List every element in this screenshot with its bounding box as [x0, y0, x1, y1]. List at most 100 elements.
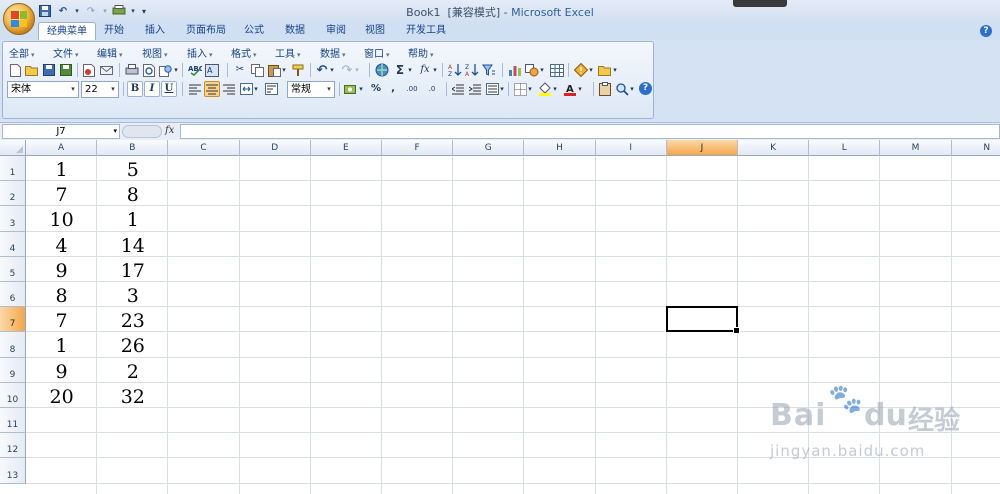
chevron-down-icon[interactable]: ▾	[113, 125, 117, 138]
column-header-e[interactable]: E	[310, 140, 382, 156]
row-header-12[interactable]: 12	[0, 433, 26, 459]
menu-all[interactable]: 全部 ▾	[9, 45, 35, 60]
align-left-icon[interactable]	[187, 81, 203, 97]
font-size-combo[interactable]: 22 ▾	[81, 81, 119, 98]
window-control-strip[interactable]	[733, 0, 787, 7]
cell-b6[interactable]: 3	[97, 282, 168, 307]
chevron-down-icon[interactable]: ▾	[431, 62, 439, 78]
tab-developer[interactable]: 开发工具	[398, 22, 454, 40]
chevron-down-icon[interactable]: ▾	[576, 81, 584, 97]
chevron-down-icon[interactable]: ▾	[406, 62, 414, 78]
cell-b1[interactable]: 5	[97, 156, 168, 181]
chevron-down-icon[interactable]: ▾	[328, 62, 336, 78]
row-header-4[interactable]: 4	[0, 231, 26, 257]
column-header-b[interactable]: B	[97, 140, 169, 156]
cell-a9[interactable]: 9	[26, 358, 97, 383]
underline-button[interactable]: U	[161, 81, 177, 97]
chevron-down-icon[interactable]: ▾	[357, 81, 365, 97]
chevron-down-icon[interactable]: ▾	[252, 81, 260, 97]
column-header-n[interactable]: N	[951, 140, 1000, 156]
row-header-7[interactable]: 7	[0, 307, 26, 333]
cell-b2[interactable]: 8	[97, 181, 168, 206]
tab-view[interactable]: 视图	[357, 22, 393, 40]
cell-a10[interactable]: 20	[26, 383, 97, 408]
hyperlink-icon[interactable]	[374, 62, 390, 78]
tab-formulas[interactable]: 公式	[236, 22, 272, 40]
percent-button[interactable]: %	[368, 81, 384, 97]
worksheet-grid[interactable]: A B C D E F G H I J K L M N 1 2 3 4 5 6 7 8 9 10 11 12 13 1 7 10 4 9 8 7 1…	[0, 140, 1000, 494]
spelling-icon[interactable]: ABC	[187, 62, 203, 78]
cell-a8[interactable]: 1	[26, 332, 97, 357]
menu-view[interactable]: 视图 ▾	[142, 45, 168, 60]
row-header-6[interactable]: 6	[0, 282, 26, 308]
decrease-indent-icon[interactable]	[450, 81, 466, 97]
chevron-down-icon[interactable]: ▾	[611, 62, 619, 78]
menu-insert[interactable]: 插入 ▾	[187, 45, 213, 60]
column-header-l[interactable]: L	[809, 140, 881, 156]
comma-button[interactable]: ,	[385, 81, 401, 97]
row-header-10[interactable]: 10	[0, 382, 26, 408]
column-header-a[interactable]: A	[26, 140, 98, 156]
help-icon[interactable]: ?	[980, 25, 992, 37]
column-header-d[interactable]: D	[239, 140, 311, 156]
chevron-down-icon[interactable]: ▾	[628, 81, 636, 97]
sort-descending-icon[interactable]: ZA	[464, 62, 480, 78]
chevron-down-icon[interactable]: ▾	[324, 82, 334, 97]
cell-a1[interactable]: 1	[26, 156, 97, 181]
menu-tools[interactable]: 工具 ▾	[275, 45, 301, 60]
permission-icon[interactable]	[81, 62, 97, 78]
column-header-k[interactable]: K	[738, 140, 810, 156]
filter-icon[interactable]	[481, 62, 497, 78]
bold-button[interactable]: B	[127, 81, 143, 97]
cut-icon[interactable]: ✂	[232, 62, 248, 78]
select-all-button[interactable]	[0, 140, 26, 156]
cell-b7[interactable]: 23	[97, 307, 168, 332]
chevron-down-icon[interactable]: ▾	[538, 62, 546, 78]
align-right-icon[interactable]	[221, 81, 237, 97]
chevron-down-icon[interactable]: ▾	[498, 81, 506, 97]
chevron-down-icon[interactable]: ▾	[587, 62, 595, 78]
row-header-13[interactable]: 13	[0, 458, 26, 484]
column-header-f[interactable]: F	[382, 140, 454, 156]
cell-b10[interactable]: 32	[97, 383, 168, 408]
cell-a6[interactable]: 8	[26, 282, 97, 307]
row-header-9[interactable]: 9	[0, 357, 26, 383]
tab-classic-menu[interactable]: 经典菜单	[38, 22, 96, 40]
insert-function-icon[interactable]: fx	[165, 125, 174, 136]
copy-icon[interactable]	[249, 62, 265, 78]
chart-icon[interactable]	[507, 62, 523, 78]
cell-b4[interactable]: 14	[97, 232, 168, 257]
table-icon[interactable]	[549, 62, 565, 78]
save-icon[interactable]	[41, 62, 57, 78]
active-cell-selection[interactable]	[665, 306, 741, 335]
chevron-down-icon[interactable]: ▾	[68, 82, 78, 97]
number-format-combo[interactable]: 常规 ▾	[287, 81, 335, 98]
column-header-h[interactable]: H	[524, 140, 596, 156]
cell-a3[interactable]: 10	[26, 206, 97, 231]
increase-indent-icon[interactable]	[467, 81, 483, 97]
cell-a2[interactable]: 7	[26, 181, 97, 206]
tab-review[interactable]: 审阅	[318, 22, 354, 40]
chevron-down-icon[interactable]: ▾	[551, 81, 559, 97]
column-header-g[interactable]: G	[453, 140, 525, 156]
column-header-m[interactable]: M	[880, 140, 952, 156]
menu-format[interactable]: 格式 ▾	[231, 45, 257, 60]
column-header-c[interactable]: C	[168, 140, 240, 156]
row-header-3[interactable]: 3	[0, 206, 26, 232]
cell-a5[interactable]: 9	[26, 257, 97, 282]
print-preview-icon[interactable]	[141, 62, 157, 78]
menu-data[interactable]: 数据 ▾	[320, 45, 346, 60]
tab-home[interactable]: 开始	[96, 22, 132, 40]
tab-page-layout[interactable]: 页面布局	[178, 22, 234, 40]
chevron-down-icon[interactable]: ▾	[172, 62, 180, 78]
office-button[interactable]	[3, 3, 35, 35]
row-header-1[interactable]: 1	[0, 156, 26, 182]
decrease-decimal-button[interactable]: .0	[422, 81, 442, 97]
cell-b3[interactable]: 1	[97, 206, 168, 231]
cell-b9[interactable]: 2	[97, 358, 168, 383]
clipboard-icon[interactable]	[597, 81, 613, 97]
wrap-text-icon[interactable]	[263, 81, 279, 97]
email-icon[interactable]	[98, 62, 114, 78]
save-as-icon[interactable]	[58, 62, 74, 78]
tab-data[interactable]: 数据	[277, 22, 313, 40]
